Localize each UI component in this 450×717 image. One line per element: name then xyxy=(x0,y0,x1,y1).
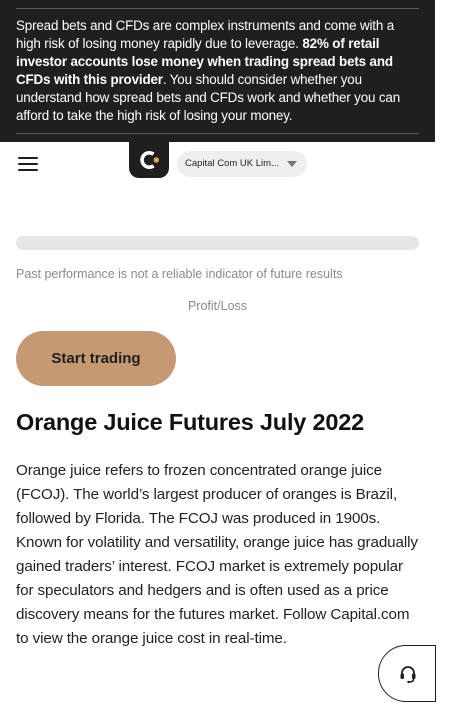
support-chat-button[interactable] xyxy=(378,645,436,702)
chevron-down-icon xyxy=(287,161,297,167)
logo-mark-icon xyxy=(140,151,159,169)
risk-warning-banner: Spread bets and CFDs are complex instrum… xyxy=(0,0,435,142)
page-title: Orange Juice Futures July 2022 xyxy=(16,409,364,435)
chart-loading-placeholder xyxy=(16,236,419,250)
banner-divider-top xyxy=(16,8,419,9)
market-description: Orange juice refers to frozen concentrat… xyxy=(16,462,418,647)
logo-dot xyxy=(153,157,159,163)
banner-divider-bottom xyxy=(16,133,419,134)
entity-selector-label: Capital Com UK Lim... xyxy=(185,158,279,169)
start-trading-button[interactable]: Start trading xyxy=(16,331,176,386)
profit-loss-label: Profit/Loss xyxy=(187,299,248,313)
hamburger-menu-icon[interactable] xyxy=(18,157,38,171)
entity-selector[interactable]: Capital Com UK Lim... xyxy=(177,151,307,177)
headset-icon xyxy=(400,666,416,684)
capital-com-logo[interactable] xyxy=(129,142,169,178)
risk-warning-text: Spread bets and CFDs are complex instrum… xyxy=(16,17,421,125)
performance-disclaimer: Past performance is not a reliable indic… xyxy=(16,267,343,281)
